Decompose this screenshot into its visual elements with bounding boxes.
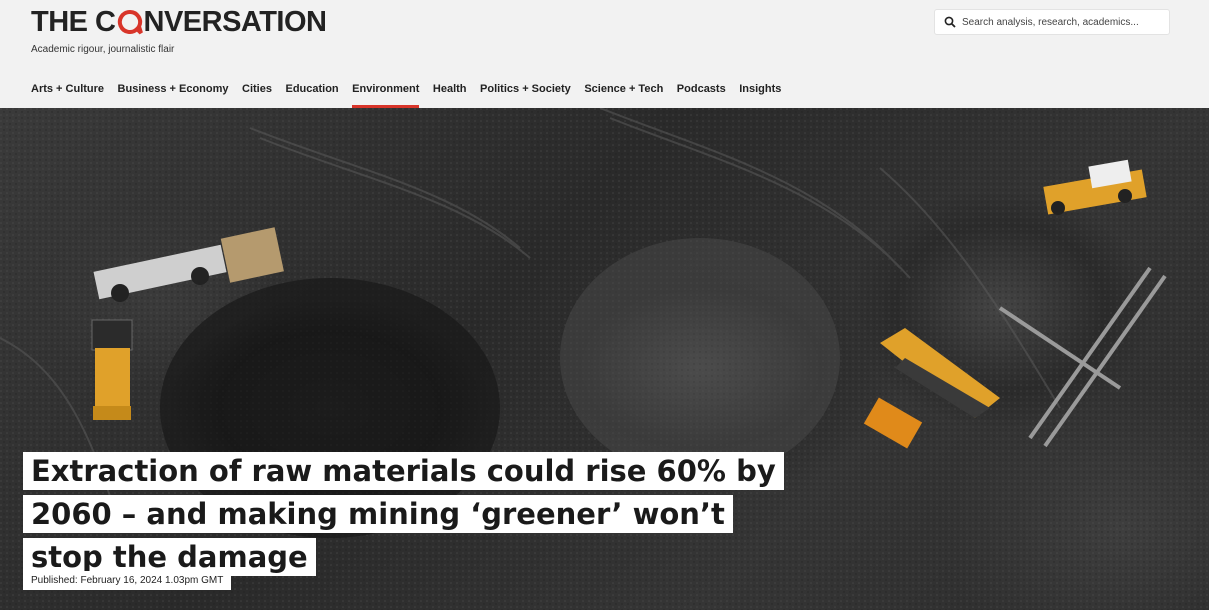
article-headline: Extraction of raw materials could rise 6… — [23, 452, 784, 576]
nav-item-business-economy[interactable]: Business + Economy — [118, 80, 229, 108]
logo-text-left: THE C — [31, 5, 116, 38]
published-date: Published: February 16, 2024 1.03pm GMT — [23, 571, 232, 590]
hero-image-mining-site: Extraction of raw materials could rise 6… — [0, 108, 1209, 610]
nav-item-education[interactable]: Education — [285, 80, 338, 108]
nav-item-environment[interactable]: Environment — [352, 80, 420, 108]
headline-container: Extraction of raw materials could rise 6… — [23, 450, 803, 579]
section-nav: Arts + Culture Business + Economy Cities Ed… — [31, 80, 795, 108]
nav-item-insights[interactable]: Insights — [739, 80, 781, 108]
nav-item-science-tech[interactable]: Science + Tech — [584, 80, 663, 108]
search-box[interactable] — [934, 9, 1170, 35]
nav-item-cities[interactable]: Cities — [242, 80, 272, 108]
logo-text-right: NVERSATION — [143, 5, 327, 38]
site-header: THE C NVERSATION Academic rigour, journa… — [0, 0, 1209, 108]
nav-item-politics-society[interactable]: Politics + Society — [480, 80, 571, 108]
nav-item-arts-culture[interactable]: Arts + Culture — [31, 80, 104, 108]
search-icon — [944, 16, 956, 28]
nav-item-health[interactable]: Health — [433, 80, 467, 108]
nav-item-podcasts[interactable]: Podcasts — [677, 80, 726, 108]
site-tagline: Academic rigour, journalistic flair — [31, 44, 175, 55]
site-logo[interactable]: THE C NVERSATION — [31, 5, 327, 38]
search-input[interactable] — [962, 16, 1162, 28]
speech-bubble-logo-icon — [117, 9, 143, 35]
